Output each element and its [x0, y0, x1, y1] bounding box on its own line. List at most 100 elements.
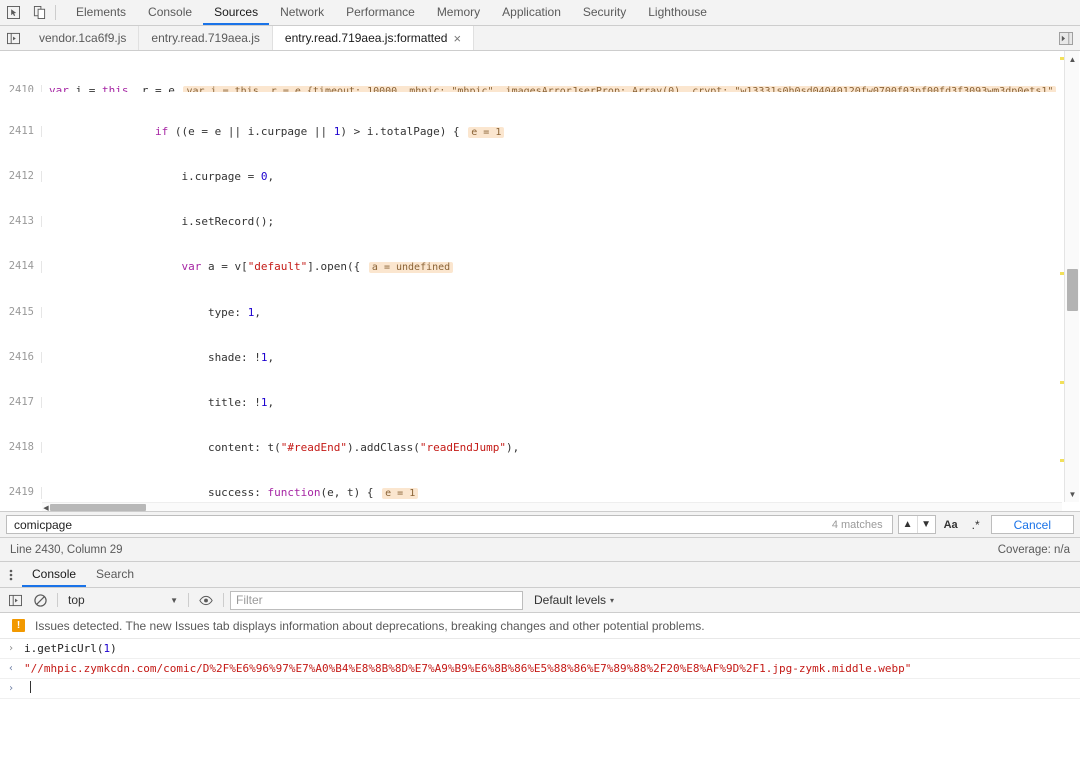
line-content: shade: !1,	[42, 352, 1062, 363]
devtools-window: Elements Console Sources Network Perform…	[0, 0, 1080, 762]
code-line[interactable]: 2417 title: !1,	[0, 397, 1062, 408]
scrollbar-thumb[interactable]	[1067, 269, 1078, 311]
code-line[interactable]: 2414 var a = v["default"].open({ a = und…	[0, 261, 1062, 272]
tab-memory[interactable]: Memory	[426, 0, 491, 25]
line-number: 2412	[0, 171, 42, 182]
chevron-up-icon[interactable]: ▲	[899, 516, 917, 533]
regex-toggle[interactable]: .*	[966, 515, 986, 534]
scroll-up-icon[interactable]: ▲	[1065, 52, 1080, 66]
line-content: i.curpage = 0,	[42, 171, 1062, 182]
console-input-entry[interactable]: › i.getPicUrl(1)	[0, 639, 1080, 659]
tab-performance[interactable]: Performance	[335, 0, 426, 25]
close-icon[interactable]: ×	[453, 32, 461, 45]
issues-banner[interactable]: ! Issues detected. The new Issues tab di…	[0, 613, 1080, 639]
tab-console[interactable]: Console	[137, 0, 203, 25]
code-line[interactable]: 2416 shade: !1,	[0, 352, 1062, 363]
code-line[interactable]: 2412 i.curpage = 0,	[0, 171, 1062, 182]
tab-label: Lighthouse	[648, 5, 707, 19]
code-line[interactable]: 2413 i.setRecord();	[0, 216, 1062, 227]
drawer-tab-console[interactable]: Console	[22, 562, 86, 587]
prompt-arrow-icon: ›	[8, 681, 18, 696]
tab-elements[interactable]: Elements	[65, 0, 137, 25]
line-content: i.setRecord();	[42, 216, 1062, 227]
code-line[interactable]: 2419 success: function(e, t) { e = 1	[0, 487, 1062, 498]
console-message-list[interactable]: ! Issues detected. The new Issues tab di…	[0, 613, 1080, 762]
device-toolbar-icon[interactable]	[26, 0, 52, 25]
search-input[interactable]	[12, 517, 832, 533]
execution-context-value: top	[68, 593, 85, 607]
more-vertical-icon[interactable]	[0, 562, 22, 587]
line-number: 2411	[0, 126, 42, 137]
drawer-tab-label: Search	[96, 567, 134, 581]
text-cursor	[30, 681, 31, 693]
show-console-sidebar-icon[interactable]	[4, 590, 26, 610]
editor-vertical-scrollbar[interactable]: ▲ ▼	[1064, 51, 1079, 502]
tab-security[interactable]: Security	[572, 0, 637, 25]
expression-prefix: i.getPicUrl(	[24, 642, 103, 655]
console-prompt[interactable]: ›	[0, 679, 1080, 699]
console-output-entry[interactable]: ‹ "//mhpic.zymkcdn.com/comic/D%2F%E6%96%…	[0, 659, 1080, 679]
tab-label: Console	[148, 5, 192, 19]
match-case-toggle[interactable]: Aa	[941, 515, 961, 534]
chevron-down-icon: ▾	[610, 596, 614, 605]
tab-lighthouse[interactable]: Lighthouse	[637, 0, 718, 25]
chevron-down-icon: ▼	[170, 596, 178, 605]
cancel-button[interactable]: Cancel	[991, 515, 1074, 534]
editor-search-bar: 4 matches ▲ ▼ Aa .* Cancel	[0, 512, 1080, 538]
live-expression-icon[interactable]	[195, 590, 217, 610]
file-tab-entry-read-formatted[interactable]: entry.read.719aea.js:formatted ×	[273, 26, 474, 50]
tab-label: Security	[583, 5, 626, 19]
line-content: title: !1,	[42, 397, 1062, 408]
inlay-hint: var i = this, r = e {timeout: 10000, mhp…	[183, 86, 1056, 92]
tab-label: Elements	[76, 5, 126, 19]
code-line[interactable]: 2415 type: 1,	[0, 307, 1062, 318]
search-matches-count: 4 matches	[832, 519, 887, 531]
line-number: 2415	[0, 307, 42, 318]
search-field-wrapper[interactable]: 4 matches	[6, 515, 893, 534]
code-viewport[interactable]: 2410 var i = this, r = e var i = this, r…	[0, 51, 1062, 502]
line-number: 2413	[0, 216, 42, 227]
source-code-editor[interactable]: 2410 var i = this, r = e var i = this, r…	[0, 51, 1080, 512]
console-result-value: "//mhpic.zymkcdn.com/comic/D%2F%E6%96%97…	[24, 661, 911, 676]
tab-application[interactable]: Application	[491, 0, 572, 25]
tab-network[interactable]: Network	[269, 0, 335, 25]
drawer-tab-search[interactable]: Search	[86, 562, 144, 587]
input-arrow-icon: ›	[8, 641, 18, 656]
tab-sources[interactable]: Sources	[203, 0, 269, 25]
inspect-element-icon[interactable]	[0, 0, 26, 25]
cursor-position: Line 2430, Column 29	[10, 544, 123, 556]
output-arrow-icon: ‹	[8, 661, 18, 676]
file-tab-vendor[interactable]: vendor.1ca6f9.js	[27, 26, 139, 50]
toolbar-divider	[188, 593, 189, 607]
code-line[interactable]: 2418 content: t("#readEnd").addClass("re…	[0, 442, 1062, 453]
show-debugger-icon[interactable]	[1055, 28, 1077, 48]
editor-horizontal-scrollbar[interactable]: ◀	[42, 502, 1062, 511]
tab-label: Application	[502, 5, 561, 19]
scroll-left-icon[interactable]: ◀	[42, 503, 50, 512]
line-number: 2410	[0, 85, 42, 92]
expression-suffix: )	[110, 642, 117, 655]
file-tab-label: entry.read.719aea.js	[151, 31, 260, 45]
console-expression: i.getPicUrl(1)	[24, 641, 117, 656]
console-filter-input[interactable]	[230, 591, 523, 610]
show-navigator-icon[interactable]	[0, 26, 27, 50]
scrollbar-thumb[interactable]	[50, 504, 146, 511]
line-content: if ((e = e || i.curpage || 1) > i.totalP…	[42, 126, 1062, 138]
file-tab-label: vendor.1ca6f9.js	[39, 31, 126, 45]
line-number: 2418	[0, 442, 42, 453]
scroll-down-icon[interactable]: ▼	[1065, 487, 1080, 501]
line-content: var a = v["default"].open({ a = undefine…	[42, 261, 1062, 273]
tab-label: Performance	[346, 5, 415, 19]
log-levels-value: Default levels	[534, 593, 606, 607]
code-line[interactable]: 2411 if ((e = e || i.curpage || 1) > i.t…	[0, 126, 1062, 137]
code-line[interactable]: 2410 var i = this, r = e var i = this, r…	[0, 85, 1062, 92]
chevron-down-icon[interactable]: ▼	[917, 516, 935, 533]
tab-label: Memory	[437, 5, 480, 19]
clear-console-icon[interactable]	[29, 590, 51, 610]
issues-warning-icon: !	[12, 619, 25, 632]
execution-context-select[interactable]: top ▼	[64, 591, 182, 610]
toolbar-divider	[223, 593, 224, 607]
toolbar-divider	[57, 593, 58, 607]
log-levels-select[interactable]: Default levels ▾	[526, 593, 622, 607]
file-tab-entry-read[interactable]: entry.read.719aea.js	[139, 26, 273, 50]
